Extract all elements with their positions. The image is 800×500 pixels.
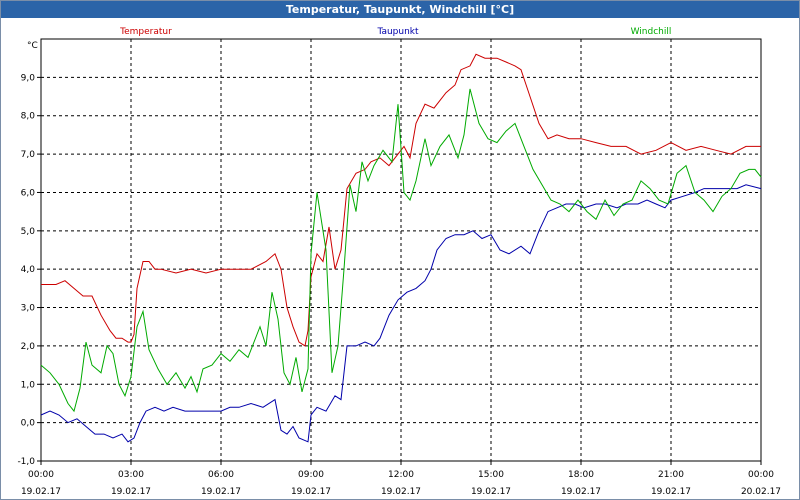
x-tick-label-date: 19.02.17: [201, 487, 241, 497]
x-tick-label-time: 18:00: [568, 470, 594, 480]
x-tick-label-time: 21:00: [658, 470, 684, 480]
x-tick-label-date: 19.02.17: [651, 487, 691, 497]
chart-window: Temperatur, Taupunkt, Windchill [°C] -1,…: [0, 0, 800, 500]
x-tick-label-date: 19.02.17: [561, 487, 601, 497]
y-tick-label: 2,0: [21, 342, 36, 352]
x-tick-label-time: 12:00: [388, 470, 414, 480]
x-tick-label-time: 09:00: [298, 470, 324, 480]
x-tick-label-time: 06:00: [208, 470, 234, 480]
y-tick-label: 0,0: [21, 419, 36, 429]
y-tick-label: 5,0: [21, 227, 36, 237]
x-tick-label-date: 19.02.17: [291, 487, 331, 497]
x-tick-label-date: 19.02.17: [111, 487, 151, 497]
legend-temperatur: Temperatur: [119, 27, 172, 37]
y-tick-label: 7,0: [21, 150, 36, 160]
y-tick-label: 9,0: [21, 73, 36, 83]
x-tick-label-date: 20.02.17: [741, 487, 781, 497]
x-tick-label-date: 19.02.17: [21, 487, 61, 497]
y-tick-label: 8,0: [21, 112, 36, 122]
y-tick-label: 4,0: [21, 265, 36, 275]
x-tick-label-time: 00:00: [28, 470, 54, 480]
line-chart: -1,0 0,0 1,0 2,0 3,0 4,0 5,0 6,0 7,0 8,0 9,0 00:00 1…: [17, 27, 781, 497]
legend-windchill: Windchill: [631, 27, 672, 37]
x-tick-label-time: 00:00: [748, 470, 774, 480]
x-tick-label-time: 15:00: [478, 470, 504, 480]
x-tick-label-date: 19.02.17: [381, 487, 421, 497]
legend-taupunkt: Taupunkt: [376, 27, 419, 37]
y-axis-unit: °C: [27, 41, 38, 51]
y-tick-label: -1,0: [17, 457, 35, 467]
x-tick-label-date: 19.02.17: [471, 487, 511, 497]
y-tick-label: 3,0: [21, 304, 36, 314]
x-tick-label-time: 03:00: [118, 470, 144, 480]
y-tick-label: 1,0: [21, 380, 36, 390]
y-tick-label: 6,0: [21, 188, 36, 198]
